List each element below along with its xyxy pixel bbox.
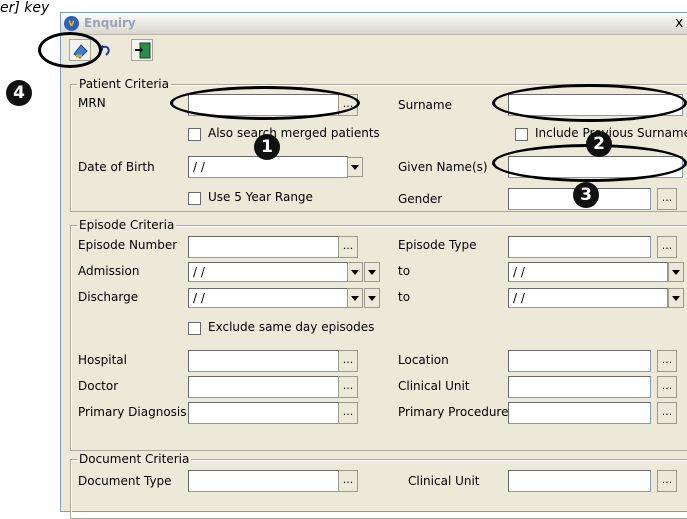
admission-from-field[interactable]: / / bbox=[188, 262, 348, 282]
document-criteria-group: Document Criteria Document Type ... Clin… bbox=[70, 452, 687, 519]
primary-diagnosis-label: Primary Diagnosis bbox=[78, 405, 187, 419]
discharge-label: Discharge bbox=[78, 290, 139, 304]
discharge-from-dropdown-button[interactable] bbox=[347, 288, 363, 308]
use-5-year-range-label: Use 5 Year Range bbox=[208, 190, 313, 204]
location-label: Location bbox=[398, 353, 449, 367]
exclude-same-day-label: Exclude same day episodes bbox=[208, 320, 375, 334]
episode-type-label: Episode Type bbox=[398, 238, 477, 252]
document-clinical-unit-field[interactable] bbox=[508, 470, 651, 492]
clinical-unit-field[interactable] bbox=[508, 376, 651, 398]
date-of-birth-label: Date of Birth bbox=[78, 160, 155, 174]
doctor-field[interactable] bbox=[188, 376, 339, 398]
discharge-to-field[interactable]: / / bbox=[508, 288, 668, 308]
document-type-field[interactable] bbox=[188, 470, 339, 492]
use-5-year-range-checkbox[interactable] bbox=[188, 192, 201, 205]
title-bar: v Enquiry x bbox=[61, 13, 687, 35]
document-type-label: Document Type bbox=[78, 474, 172, 488]
document-text-snippet: er] key bbox=[0, 0, 50, 16]
episode-type-field[interactable] bbox=[508, 236, 651, 258]
discharge-to-dropdown-button[interactable] bbox=[668, 288, 684, 308]
primary-procedure-label: Primary Procedure bbox=[398, 405, 509, 419]
document-clinical-unit-label: Clinical Unit bbox=[408, 474, 480, 488]
also-search-merged-label: Also search merged patients bbox=[208, 126, 380, 140]
given-names-label: Given Name(s) bbox=[398, 160, 488, 174]
admission-from-calendar-button[interactable] bbox=[364, 262, 380, 282]
admission-to-label: to bbox=[398, 264, 411, 278]
hospital-lookup-button[interactable]: ... bbox=[338, 350, 358, 372]
location-lookup-button[interactable]: ... bbox=[657, 350, 677, 372]
discharge-from-field[interactable]: / / bbox=[188, 288, 348, 308]
clinical-unit-label: Clinical Unit bbox=[398, 379, 470, 393]
primary-procedure-lookup-button[interactable]: ... bbox=[657, 402, 677, 424]
document-criteria-title: Document Criteria bbox=[77, 452, 192, 466]
document-type-lookup-button[interactable]: ... bbox=[338, 470, 358, 492]
primary-diagnosis-lookup-button[interactable]: ... bbox=[338, 402, 358, 424]
hospital-field[interactable] bbox=[188, 350, 339, 372]
patient-criteria-title: Patient Criteria bbox=[77, 77, 171, 91]
close-button[interactable]: x bbox=[675, 15, 683, 31]
toolbar bbox=[61, 36, 687, 63]
callout-marker-1: 1 bbox=[254, 134, 280, 160]
include-previous-surname-label: Include Previous Surname bbox=[535, 126, 687, 140]
callout-marker-3: 3 bbox=[573, 182, 599, 208]
include-previous-surname-checkbox[interactable] bbox=[515, 128, 528, 141]
admission-from-dropdown-button[interactable] bbox=[347, 262, 363, 282]
episode-number-lookup-button[interactable]: ... bbox=[338, 236, 358, 258]
hospital-label: Hospital bbox=[78, 353, 127, 367]
app-chevron-icon: v bbox=[64, 16, 79, 31]
episode-criteria-title: Episode Criteria bbox=[77, 218, 177, 232]
admission-label: Admission bbox=[78, 264, 140, 278]
window-title: Enquiry bbox=[84, 16, 136, 30]
exit-button[interactable] bbox=[131, 39, 153, 61]
primary-procedure-field[interactable] bbox=[508, 402, 651, 424]
surname-label: Surname bbox=[398, 98, 452, 112]
callout-marker-2: 2 bbox=[586, 131, 612, 157]
admission-to-dropdown-button[interactable] bbox=[668, 262, 684, 282]
also-search-merged-checkbox[interactable] bbox=[188, 128, 201, 141]
doctor-label: Doctor bbox=[78, 379, 119, 393]
episode-criteria-group: Episode Criteria Episode Number ... Epis… bbox=[70, 218, 687, 451]
callout-ring-toolbar bbox=[38, 32, 102, 68]
exclude-same-day-checkbox[interactable] bbox=[188, 322, 201, 335]
primary-diagnosis-field[interactable] bbox=[188, 402, 339, 424]
document-clinical-unit-lookup-button[interactable]: ... bbox=[657, 470, 677, 492]
episode-number-field[interactable] bbox=[188, 236, 339, 258]
doctor-lookup-button[interactable]: ... bbox=[338, 376, 358, 398]
callout-ring-surname bbox=[492, 84, 687, 122]
date-of-birth-dropdown-button[interactable] bbox=[347, 157, 363, 177]
mrn-label: MRN bbox=[78, 96, 106, 110]
exit-door-icon bbox=[135, 42, 151, 59]
episode-number-label: Episode Number bbox=[78, 238, 178, 252]
clinical-unit-lookup-button[interactable]: ... bbox=[657, 376, 677, 398]
callout-ring-mrn bbox=[170, 86, 360, 120]
gender-label: Gender bbox=[398, 192, 443, 206]
admission-to-field[interactable]: / / bbox=[508, 262, 668, 282]
episode-type-lookup-button[interactable]: ... bbox=[657, 236, 677, 258]
discharge-to-label: to bbox=[398, 290, 411, 304]
location-field[interactable] bbox=[508, 350, 651, 372]
discharge-from-calendar-button[interactable] bbox=[364, 288, 380, 308]
callout-marker-4: 4 bbox=[6, 80, 32, 106]
gender-lookup-button[interactable]: ... bbox=[657, 188, 677, 210]
